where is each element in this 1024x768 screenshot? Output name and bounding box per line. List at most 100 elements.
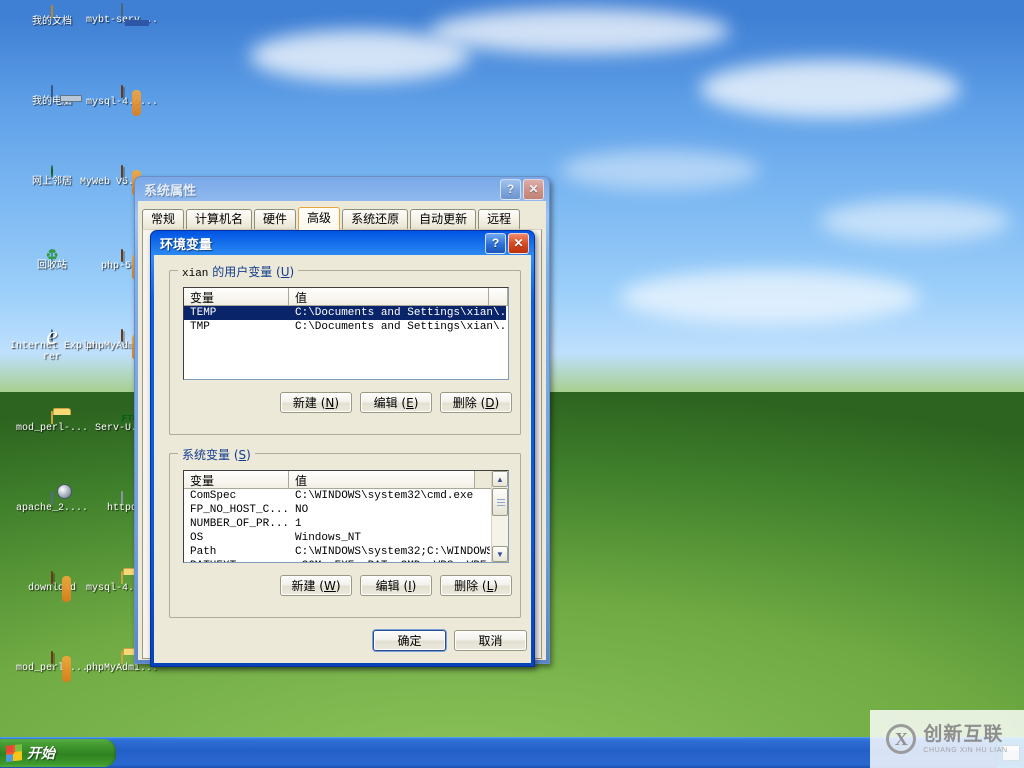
server-icon [121, 3, 123, 16]
system-variables-rows: ComSpecC:\WINDOWS\system32\cmd.exeFP_NO_… [184, 489, 490, 562]
user-variables-accel: U [281, 265, 290, 279]
close-icon[interactable]: ✕ [508, 233, 529, 254]
tab-4[interactable]: 系统还原 [342, 209, 408, 229]
tab-3[interactable]: 高级 [298, 207, 340, 230]
table-row[interactable]: ComSpecC:\WINDOWS\system32\cmd.exe [184, 489, 490, 503]
system-properties-tabs[interactable]: 常规计算机名硬件高级系统还原自动更新远程 [139, 202, 545, 229]
column-header-variable[interactable]: 变量 [184, 288, 289, 305]
scroll-down-icon[interactable]: ▼ [492, 546, 508, 562]
ok-button[interactable]: 确定 [373, 630, 446, 651]
env-dialog-titlebar[interactable]: 环境变量 ? ✕ [154, 231, 531, 255]
tab-2[interactable]: 硬件 [254, 209, 296, 229]
user-variables-rows: TEMPC:\Documents and Settings\xian\...TM… [184, 306, 508, 334]
cloud-graphic [560, 150, 760, 190]
variable-value-cell: C:\WINDOWS\system32\cmd.exe [289, 489, 490, 503]
variable-name-cell: PATHEXT [184, 559, 289, 562]
button-label: 新建 ( [291, 577, 324, 594]
cancel-button[interactable]: 取消 [454, 630, 527, 651]
start-button[interactable]: 开始 [0, 739, 116, 767]
winrar-archive-icon [121, 165, 123, 178]
user-variables-label-text: 的用户变量 ( [208, 265, 280, 279]
button-accelerator: W [324, 579, 336, 593]
button-label: 编辑 ( [376, 577, 409, 594]
user-button-2[interactable]: 删除 (D) [440, 392, 512, 413]
table-row[interactable]: TEMPC:\Documents and Settings\xian\... [184, 306, 506, 320]
column-header-value[interactable]: 值 [289, 288, 489, 305]
tab-1[interactable]: 计算机名 [186, 209, 252, 229]
table-row[interactable]: FP_NO_HOST_C...NO [184, 503, 490, 517]
button-accelerator: N [325, 396, 334, 410]
button-label-tail: ) [412, 579, 417, 593]
button-label: 删除 ( [454, 577, 487, 594]
network-places-icon [51, 165, 53, 178]
user-button-1[interactable]: 编辑 (E) [360, 392, 432, 413]
folder-icon [51, 411, 53, 424]
start-button-label: 开始 [27, 743, 55, 763]
button-label-tail: ) [336, 579, 341, 593]
button-label: 编辑 ( [374, 394, 407, 411]
tab-6[interactable]: 远程 [478, 209, 520, 229]
button-accelerator: D [485, 396, 494, 410]
help-button[interactable]: ? [485, 233, 506, 254]
system-variables-label-text: 系统变量 ( [182, 448, 239, 462]
user-variables-listview[interactable]: 变量 值 TEMPC:\Documents and Settings\xian\… [183, 287, 509, 380]
system-button-0[interactable]: 新建 (W) [280, 575, 352, 596]
env-dialog-titlebar-buttons: ? ✕ [485, 233, 529, 254]
desktop-icon-label: mysql-4.0... [78, 97, 166, 108]
close-icon[interactable]: ✕ [523, 179, 544, 200]
winrar-archive-icon [121, 249, 123, 262]
cloud-graphic [620, 270, 920, 324]
user-variables-label: xian 的用户变量 (U) [178, 263, 298, 280]
table-row[interactable]: NUMBER_OF_PR...1 [184, 517, 490, 531]
button-label-tail: ) [414, 396, 419, 410]
user-name-text: xian [182, 268, 208, 280]
tab-0[interactable]: 常规 [142, 209, 184, 229]
table-row[interactable]: OSWindows_NT [184, 531, 490, 545]
button-accelerator: L [487, 579, 494, 593]
column-header-variable[interactable]: 变量 [184, 471, 289, 488]
button-label-tail: ) [493, 579, 498, 593]
variable-name-cell: NUMBER_OF_PR... [184, 517, 289, 531]
environment-variables-dialog[interactable]: 环境变量 ? ✕ xian 的用户变量 (U) 变量 值 TEMPC:\D [150, 230, 535, 667]
column-header-filler[interactable] [489, 288, 508, 305]
scrollbar-thumb[interactable] [492, 488, 508, 516]
variable-value-cell: C:\WINDOWS\system32;C:\WINDOWS;... [289, 545, 490, 559]
system-variables-scrollbar[interactable]: ▲ ▼ [491, 471, 508, 562]
table-row[interactable]: TMPC:\Documents and Settings\xian\... [184, 320, 506, 334]
desktop-icon-label: mybt-serv... [78, 15, 166, 26]
help-button[interactable]: ? [500, 179, 521, 200]
column-header-value[interactable]: 值 [289, 471, 475, 488]
system-button-1[interactable]: 编辑 (I) [360, 575, 432, 596]
system-button-2[interactable]: 删除 (L) [440, 575, 512, 596]
watermark: 创新互联 CHUANG XIN HU LIAN [870, 710, 1024, 768]
my-computer-icon [51, 85, 53, 98]
variable-value-cell: NO [289, 503, 490, 517]
user-variables-groupbox: xian 的用户变量 (U) 变量 值 TEMPC:\Documents and… [169, 270, 521, 435]
winrar-archive-icon [51, 571, 53, 584]
tab-5[interactable]: 自动更新 [410, 209, 476, 229]
table-row[interactable]: PATHEXT.COM;.EXE;.BAT;.CMD;.VBS;.VBE;... [184, 559, 490, 562]
variable-name-cell: TMP [184, 320, 289, 334]
system-variables-groupbox: 系统变量 (S) 变量 值 ComSpecC:\WINDOWS\system32… [169, 453, 521, 618]
scroll-up-icon[interactable]: ▲ [492, 471, 508, 487]
system-variables-header[interactable]: 变量 值 [184, 471, 508, 489]
recycle-bin-icon [51, 249, 53, 262]
button-label: 新建 ( [293, 394, 326, 411]
desktop-icon-3[interactable]: mysql-4.0... [78, 86, 166, 108]
system-properties-title: 系统属性 [144, 180, 500, 199]
internet-explorer-icon [51, 329, 53, 342]
user-button-0[interactable]: 新建 (N) [280, 392, 352, 413]
watermark-logo-icon [886, 724, 916, 754]
desktop-icon-1[interactable]: mybt-serv... [78, 4, 166, 26]
system-variables-listview[interactable]: 变量 值 ComSpecC:\WINDOWS\system32\cmd.exeF… [183, 470, 509, 563]
folder-open-icon [51, 5, 53, 18]
variable-value-cell: C:\Documents and Settings\xian\... [289, 320, 506, 334]
env-dialog-title: 环境变量 [160, 234, 485, 253]
cloud-graphic [820, 200, 1010, 242]
system-properties-titlebar[interactable]: 系统属性 ? ✕ [138, 177, 546, 201]
variable-name-cell: Path [184, 545, 289, 559]
variable-value-cell: 1 [289, 517, 490, 531]
variable-value-cell: C:\Documents and Settings\xian\... [289, 306, 506, 320]
user-variables-header[interactable]: 变量 值 [184, 288, 508, 306]
table-row[interactable]: PathC:\WINDOWS\system32;C:\WINDOWS;... [184, 545, 490, 559]
